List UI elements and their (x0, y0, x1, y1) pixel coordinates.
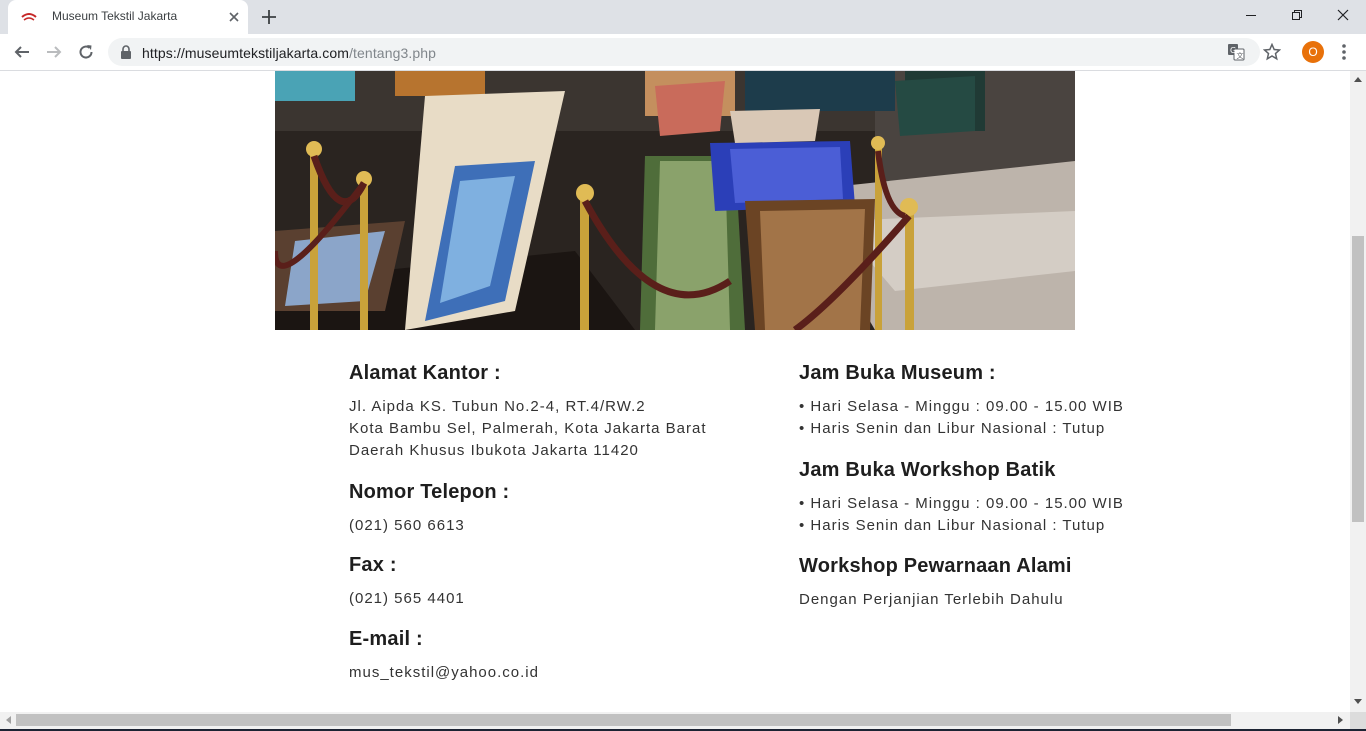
horizontal-scroll-thumb[interactable] (16, 714, 1231, 726)
hours-line: • Haris Senin dan Libur Nasional : Tutup (799, 420, 1106, 437)
browser-tab[interactable]: Museum Tekstil Jakarta (8, 0, 248, 34)
arrow-left-icon (14, 46, 29, 58)
new-tab-icon[interactable] (258, 6, 280, 28)
workshop-hours-heading: Jam Buka Workshop Batik (799, 459, 1056, 481)
vertical-scroll-thumb[interactable] (1352, 236, 1364, 522)
email-address: mus_tekstil@yahoo.co.id (349, 664, 539, 681)
bookmark-star-icon[interactable] (1263, 43, 1281, 61)
fax-heading: Fax : (349, 554, 397, 576)
scroll-up-icon[interactable] (1354, 76, 1362, 82)
hours-line: • Haris Senin dan Libur Nasional : Tutup (799, 517, 1106, 534)
restore-button[interactable] (1274, 0, 1320, 30)
scrollbar-corner (1350, 712, 1366, 729)
tab-title: Museum Tekstil Jakarta (52, 9, 178, 23)
svg-text:文: 文 (1237, 51, 1244, 60)
url-host: https://museumtekstiljakarta.com (142, 45, 350, 61)
scroll-right-icon[interactable] (1338, 716, 1344, 724)
reload-button[interactable] (74, 40, 98, 64)
email-heading: E-mail : (349, 628, 423, 650)
hours-column: Jam Buka Museum : • Hari Selasa - Minggu… (799, 361, 1219, 611)
address-line: Daerah Khusus Ibukota Jakarta 11420 (349, 442, 639, 459)
scroll-left-icon[interactable] (5, 716, 11, 724)
fax-number: (021) 565 4401 (349, 590, 465, 607)
address-heading: Alamat Kantor : (349, 362, 501, 384)
hours-line: • Hari Selasa - Minggu : 09.00 - 15.00 W… (799, 398, 1124, 415)
profile-avatar[interactable]: O (1302, 41, 1324, 63)
close-tab-icon[interactable] (224, 7, 244, 27)
page-viewport: Alamat Kantor : Jl. Aipda KS. Tubun No.2… (0, 71, 1350, 712)
svg-text:G: G (1230, 46, 1236, 55)
museum-hours-heading: Jam Buka Museum : (799, 362, 996, 384)
address-line: Kota Bambu Sel, Palmerah, Kota Jakarta B… (349, 420, 707, 437)
forward-button[interactable] (42, 40, 66, 64)
museum-favicon-icon (21, 13, 37, 21)
reload-icon (79, 45, 93, 59)
lock-icon (121, 45, 131, 59)
dye-workshop-text: Dengan Perjanjian Terlebih Dahulu (799, 591, 1064, 608)
address-line: Jl. Aipda KS. Tubun No.2-4, RT.4/RW.2 (349, 398, 646, 415)
more-menu-icon[interactable] (1336, 42, 1352, 62)
dye-workshop-heading: Workshop Pewarnaan Alami (799, 555, 1072, 577)
back-button[interactable] (10, 40, 34, 64)
restore-icon (1292, 10, 1302, 20)
contact-column: Alamat Kantor : Jl. Aipda KS. Tubun No.2… (349, 361, 779, 684)
minimize-button[interactable] (1228, 0, 1274, 30)
phone-heading: Nomor Telepon : (349, 481, 510, 503)
close-window-button[interactable] (1320, 0, 1366, 30)
horizontal-scrollbar[interactable] (0, 712, 1350, 729)
hero-image (275, 71, 1075, 330)
hours-line: • Hari Selasa - Minggu : 09.00 - 15.00 W… (799, 495, 1124, 512)
minimize-icon (1246, 15, 1256, 16)
vertical-scrollbar[interactable] (1350, 71, 1366, 712)
url-path: /tentang3.php (349, 45, 436, 61)
scroll-down-icon[interactable] (1354, 699, 1362, 705)
arrow-right-icon (47, 46, 62, 58)
url-text: https://museumtekstiljakarta.com/tentang… (142, 45, 436, 61)
translate-icon[interactable]: G 文 (1227, 43, 1245, 61)
phone-number: (021) 560 6613 (349, 517, 465, 534)
close-window-icon (1337, 9, 1349, 21)
tab-strip: Museum Tekstil Jakarta (0, 0, 1366, 34)
browser-toolbar: https://museumtekstiljakarta.com/tentang… (0, 34, 1366, 71)
address-bar[interactable]: https://museumtekstiljakarta.com/tentang… (108, 38, 1281, 66)
